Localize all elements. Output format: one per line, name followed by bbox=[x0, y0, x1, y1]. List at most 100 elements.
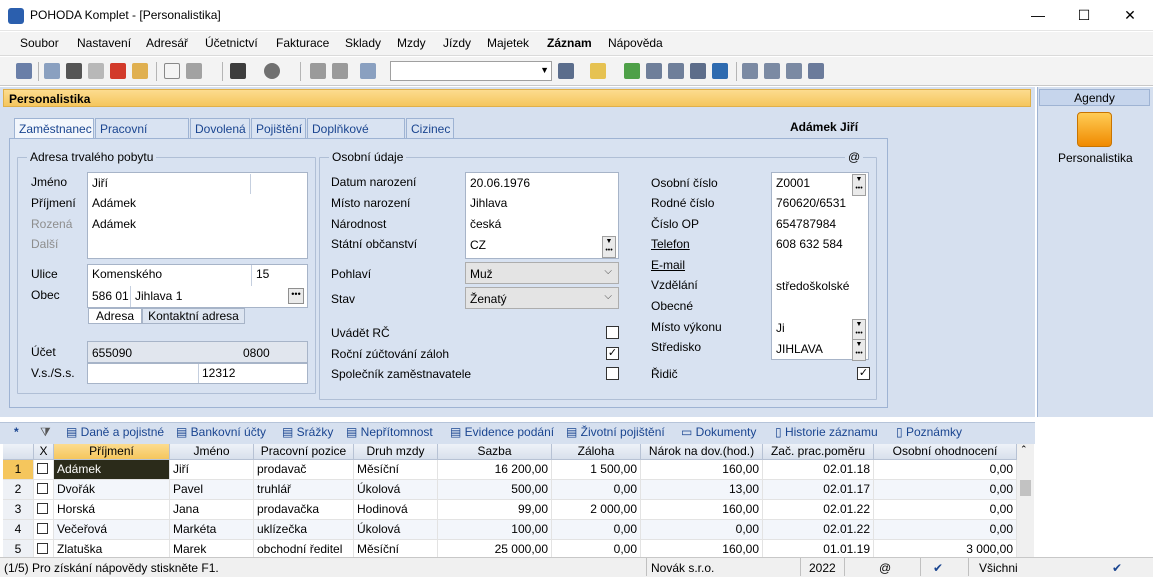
ulice-input[interactable]: Komenského bbox=[92, 267, 162, 281]
close-button[interactable]: ✕ bbox=[1107, 0, 1153, 31]
cell-narok[interactable]: 0,00 bbox=[641, 520, 763, 540]
email-link[interactable]: E-mail bbox=[651, 258, 685, 272]
menu-mzdy[interactable]: Mzdy bbox=[397, 36, 426, 50]
menu-jizdy[interactable]: Jízdy bbox=[443, 36, 471, 50]
list-icon[interactable] bbox=[764, 63, 780, 79]
obcanstvi-input[interactable]: CZ bbox=[470, 238, 486, 252]
menu-fakturace[interactable]: Fakturace bbox=[276, 36, 329, 50]
misto-vykonu-spin-button[interactable]: ▼ ••• bbox=[852, 319, 866, 341]
cell-zaloha[interactable]: 0,00 bbox=[552, 520, 641, 540]
ridic-checkbox[interactable]: ✓ bbox=[857, 367, 870, 380]
subtab-adresa[interactable]: Adresa bbox=[88, 308, 142, 324]
rozena-input[interactable]: Adámek bbox=[92, 217, 136, 231]
pohlavi-select[interactable]: Muž ⌵ bbox=[465, 262, 619, 284]
row-checkbox[interactable] bbox=[34, 520, 54, 540]
psc-input[interactable]: 586 01 bbox=[92, 289, 129, 303]
cell-jmeno[interactable]: Jana bbox=[170, 500, 254, 520]
menu-zaznam[interactable]: Záznam bbox=[547, 36, 592, 50]
cell-sazba[interactable]: 100,00 bbox=[438, 520, 552, 540]
duplicate-icon[interactable] bbox=[360, 63, 376, 79]
agendy-item-personalistika[interactable]: Personalistika bbox=[1058, 151, 1133, 165]
back-arrow-icon[interactable] bbox=[230, 63, 246, 79]
cell-zac-pomeru[interactable]: 02.01.18 bbox=[763, 460, 874, 480]
datum-narozeni-input[interactable]: 20.06.1976 bbox=[470, 176, 530, 190]
vertical-scrollbar[interactable]: ⌃ bbox=[1017, 444, 1034, 557]
row-checkbox[interactable] bbox=[34, 500, 54, 520]
grid-asterisk[interactable]: * bbox=[14, 425, 19, 439]
cell-osobni-ohodnoceni[interactable]: 0,00 bbox=[874, 500, 1017, 520]
btab-historie[interactable]: ▯ Historie záznamu bbox=[775, 425, 878, 439]
iban-icon[interactable] bbox=[712, 63, 728, 79]
cell-zac-pomeru[interactable]: 02.01.22 bbox=[763, 520, 874, 540]
cislo-op-input[interactable]: 654787984 bbox=[776, 217, 836, 231]
col-header-rownum[interactable] bbox=[3, 444, 34, 460]
cell-narok[interactable]: 160,00 bbox=[641, 500, 763, 520]
row-number[interactable]: 4 bbox=[3, 520, 34, 540]
btab-dokumenty[interactable]: ▭ Dokumenty bbox=[681, 425, 756, 439]
row-checkbox[interactable] bbox=[34, 460, 54, 480]
menu-nastaveni[interactable]: Nastavení bbox=[77, 36, 131, 50]
obec-input[interactable]: Jihlava 1 bbox=[135, 289, 182, 303]
calculator-icon[interactable] bbox=[668, 63, 684, 79]
menu-adresar[interactable]: Adresář bbox=[146, 36, 188, 50]
menu-sklady[interactable]: Sklady bbox=[345, 36, 381, 50]
help-icon[interactable] bbox=[808, 63, 824, 79]
btab-dane[interactable]: ▤ Daně a pojistné bbox=[66, 425, 164, 439]
table-icon[interactable] bbox=[690, 63, 706, 79]
col-header-x[interactable]: X bbox=[34, 444, 54, 460]
preview-icon[interactable] bbox=[88, 63, 104, 79]
minimize-button[interactable]: — bbox=[1015, 0, 1061, 31]
cell-druh-mzdy[interactable]: Měsíční bbox=[354, 460, 438, 480]
telefon-link[interactable]: Telefon bbox=[651, 237, 690, 251]
copy-icon[interactable] bbox=[44, 63, 60, 79]
col-header-zaloha[interactable]: Záloha bbox=[552, 444, 641, 460]
gear-icon[interactable] bbox=[264, 63, 280, 79]
misto-narozeni-input[interactable]: Jihlava bbox=[470, 196, 507, 210]
row-checkbox[interactable] bbox=[34, 480, 54, 500]
cell-pozice[interactable]: prodavač bbox=[254, 460, 354, 480]
osobni-cislo-input[interactable]: Z0001 bbox=[776, 176, 810, 190]
row-number[interactable]: 1 bbox=[3, 460, 34, 480]
cell-osobni-ohodnoceni[interactable]: 0,00 bbox=[874, 480, 1017, 500]
tab-pojisteni[interactable]: Pojištění bbox=[251, 118, 306, 139]
save-icon[interactable] bbox=[310, 63, 326, 79]
scroll-thumb[interactable] bbox=[1020, 480, 1031, 496]
col-header-narok[interactable]: Nárok na dov.(hod.) bbox=[641, 444, 763, 460]
cell-druh-mzdy[interactable]: Úkolová bbox=[354, 520, 438, 540]
cell-narok[interactable]: 160,00 bbox=[641, 460, 763, 480]
scroll-up-icon[interactable]: ⌃ bbox=[1020, 444, 1028, 455]
btab-bankovni[interactable]: ▤ Bankovní účty bbox=[176, 425, 266, 439]
cell-prijmeni[interactable]: Horská bbox=[54, 500, 170, 520]
btab-evidence[interactable]: ▤ Evidence podání bbox=[450, 425, 554, 439]
btab-zivotni[interactable]: ▤ Životní pojištění bbox=[566, 425, 665, 439]
person-icon[interactable] bbox=[1077, 112, 1112, 147]
cell-zac-pomeru[interactable]: 02.01.22 bbox=[763, 500, 874, 520]
obcanstvi-spin-button[interactable]: ▼ ••• bbox=[602, 236, 616, 258]
open-agenda-icon[interactable] bbox=[16, 63, 32, 79]
telefon-input[interactable]: 608 632 584 bbox=[776, 237, 843, 251]
cell-sazba[interactable]: 500,00 bbox=[438, 480, 552, 500]
col-header-pozice[interactable]: Pracovní pozice bbox=[254, 444, 354, 460]
stredisko-input[interactable]: JIHLAVA bbox=[776, 342, 823, 356]
money-icon[interactable] bbox=[624, 63, 640, 79]
rocni-zuctovani-checkbox[interactable]: ✓ bbox=[606, 347, 619, 360]
stav-select[interactable]: Ženatý ⌵ bbox=[465, 287, 619, 309]
obec-ellipsis-button[interactable]: ••• bbox=[288, 288, 304, 304]
btab-srazky[interactable]: ▤ Srážky bbox=[282, 425, 333, 439]
narodnost-input[interactable]: česká bbox=[470, 217, 501, 231]
prijmeni-input[interactable]: Adámek bbox=[92, 196, 136, 210]
pdf-icon[interactable] bbox=[110, 63, 126, 79]
row-select-checkbox[interactable] bbox=[37, 523, 48, 534]
row-number[interactable]: 3 bbox=[3, 500, 34, 520]
col-header-prijmeni[interactable]: Příjmení bbox=[54, 444, 170, 460]
col-header-sazba[interactable]: Sazba bbox=[438, 444, 552, 460]
message-icon[interactable] bbox=[742, 63, 758, 79]
row-select-checkbox[interactable] bbox=[37, 543, 48, 554]
status-at-icon[interactable]: @ bbox=[879, 561, 891, 575]
cell-jmeno[interactable]: Jiří bbox=[170, 460, 254, 480]
menu-soubor[interactable]: Soubor bbox=[20, 36, 59, 50]
cell-osobni-ohodnoceni[interactable]: 0,00 bbox=[874, 460, 1017, 480]
row-select-checkbox[interactable] bbox=[37, 503, 48, 514]
menu-napoveda[interactable]: Nápověda bbox=[608, 36, 663, 50]
col-header-zac-pomeru[interactable]: Zač. prac.poměru bbox=[763, 444, 874, 460]
